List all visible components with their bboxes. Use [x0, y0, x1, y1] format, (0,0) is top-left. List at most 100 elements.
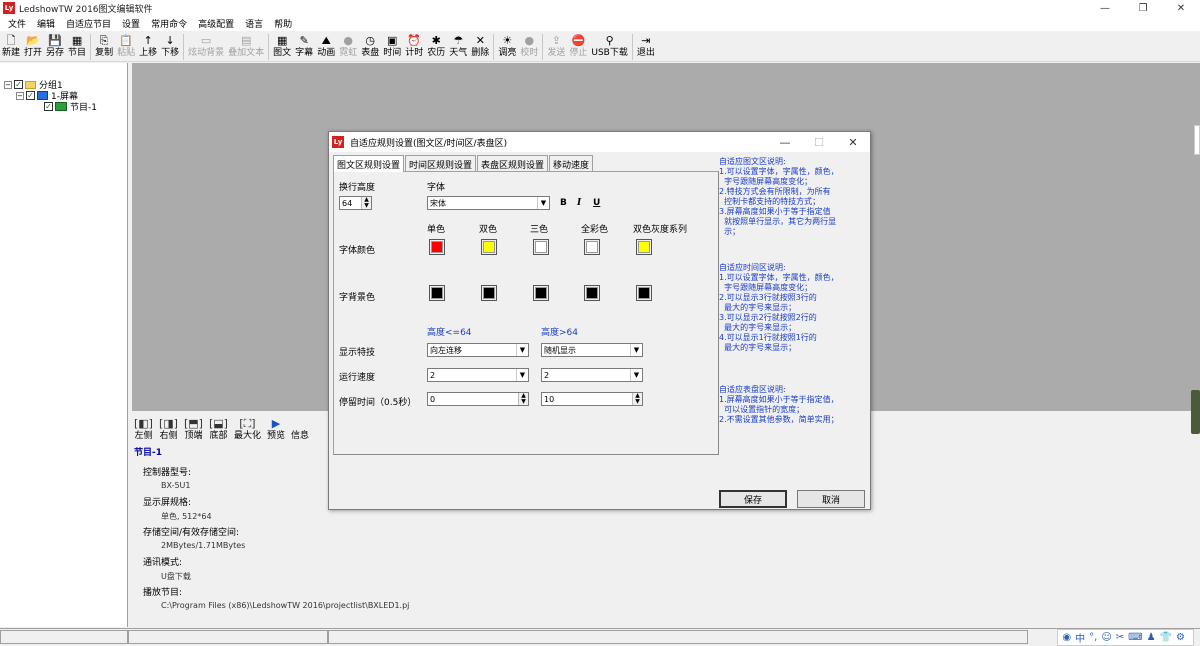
toolbar-button-2[interactable]: 💾 另存: [46, 32, 64, 59]
toolbar-button-20[interactable]: ☀ 调亮: [498, 32, 516, 59]
toolbar-button-3[interactable]: ▦ 节目: [68, 32, 86, 59]
effect-high-select[interactable]: 随机显示 ▼: [541, 343, 643, 357]
close-icon[interactable]: ✕: [836, 132, 870, 152]
tab-time-rules[interactable]: 时间区规则设置: [405, 155, 477, 171]
font-color-swatch[interactable]: [584, 239, 600, 255]
layout-button-4[interactable]: [⛶] 最大化: [234, 415, 261, 442]
spin-arrows-icon[interactable]: ▲ ▼: [361, 197, 371, 209]
line-height-stepper[interactable]: 64 ▲ ▼: [339, 196, 372, 210]
toolbar-label: 字幕: [295, 48, 314, 58]
layout-button-6[interactable]: 信息: [291, 415, 309, 442]
user-icon[interactable]: ♟: [1147, 632, 1156, 643]
toolbar-button-7[interactable]: ↓ 下移: [161, 32, 179, 59]
chevron-down-icon[interactable]: ▼: [630, 369, 642, 381]
checkbox-icon[interactable]: ✓: [26, 91, 35, 100]
lunar-calendar-icon: ✱: [431, 34, 441, 47]
menu-common-commands[interactable]: 常用命令: [151, 17, 187, 30]
stay-low-stepper[interactable]: 0 ▲ ▼: [427, 392, 529, 406]
dialog-titlebar: Ly 自适应规则设置(图文区/时间区/表盘区) — ☐ ✕: [329, 132, 870, 152]
layout-button-2[interactable]: [⬒] 顶端: [184, 415, 203, 442]
chevron-down-icon[interactable]: ▼: [516, 344, 528, 356]
punctuation-icon[interactable]: °,: [1089, 632, 1097, 643]
toolbar-button-1[interactable]: 📂 打开: [24, 32, 42, 59]
restore-icon[interactable]: ❐: [1124, 0, 1162, 16]
spin-arrows-icon[interactable]: ▲ ▼: [632, 393, 642, 405]
font-select[interactable]: 宋体 ▼: [427, 196, 550, 210]
bg-color-swatch[interactable]: [584, 285, 600, 301]
underline-button[interactable]: U: [593, 198, 600, 208]
cancel-button[interactable]: 取消: [797, 490, 865, 508]
bg-color-swatch[interactable]: [533, 285, 549, 301]
dazzle-bg-icon: ▭: [200, 34, 212, 47]
tab-clock-rules[interactable]: 表盘区规则设置: [477, 155, 549, 171]
spin-arrows-icon[interactable]: ▲ ▼: [518, 393, 528, 405]
chevron-down-icon[interactable]: ▼: [630, 344, 642, 356]
layout-button-3[interactable]: [⬓] 底部: [209, 415, 228, 442]
toolbar-button-17[interactable]: ✱ 农历: [427, 32, 445, 59]
chevron-down-icon[interactable]: ▼: [537, 197, 549, 209]
menu-help[interactable]: 帮助: [274, 17, 292, 30]
bg-color-swatch[interactable]: [429, 285, 445, 301]
menu-advanced[interactable]: 高级配置: [198, 17, 234, 30]
layout-button-1[interactable]: [◨] 右侧: [159, 415, 178, 442]
menu-edit[interactable]: 编辑: [37, 17, 55, 30]
tab-graphic-rules[interactable]: 图文区规则设置: [333, 155, 405, 172]
collapse-icon[interactable]: −: [16, 91, 24, 100]
settings-icon[interactable]: ⚙: [1176, 632, 1185, 643]
comm-mode-label: 通讯模式:: [143, 558, 183, 568]
menu-settings[interactable]: 设置: [122, 17, 140, 30]
menu-file[interactable]: 文件: [8, 17, 26, 30]
layout-button-5[interactable]: ▶ 预览: [267, 415, 285, 442]
toolbar-button-24[interactable]: ⚲ USB下载: [591, 32, 627, 59]
checkbox-icon[interactable]: ✓: [44, 102, 53, 111]
menu-adaptive-program[interactable]: 自适应节目: [66, 17, 111, 30]
stay-high-stepper[interactable]: 10 ▲ ▼: [541, 392, 643, 406]
close-icon[interactable]: ✕: [1162, 0, 1200, 16]
collapse-icon[interactable]: −: [4, 80, 12, 89]
help-graphic: 自适应图文区说明: 1.可以设置字体，字属性，颜色， 字号跟随屏幕高度变化； 2…: [719, 157, 839, 236]
effect-low-select[interactable]: 向左连移 ▼: [427, 343, 529, 357]
toolbar-button-4[interactable]: ⎘ 复制: [95, 32, 113, 59]
ime-logo-icon[interactable]: ◉: [1062, 632, 1071, 643]
minimize-icon[interactable]: —: [1086, 0, 1124, 16]
bold-button[interactable]: B: [560, 198, 567, 208]
toolbar-button-18[interactable]: ☂ 天气: [449, 32, 467, 59]
tree-program[interactable]: ✓ 节目-1: [44, 100, 97, 113]
open-folder-icon: 📂: [26, 34, 40, 47]
bg-color-swatch[interactable]: [636, 285, 652, 301]
toolbar-button-6[interactable]: ↑ 上移: [139, 32, 157, 59]
toolbar-button-12[interactable]: ⛰ 动画: [317, 32, 335, 59]
chinese-mode-icon[interactable]: 中: [1075, 630, 1085, 645]
keyboard-icon[interactable]: ⌨: [1128, 632, 1142, 643]
side-handle[interactable]: [1191, 390, 1200, 434]
toolbar-button-14[interactable]: ◷ 表盘: [361, 32, 379, 59]
tab-move-speed[interactable]: 移动速度: [549, 155, 594, 171]
toolbar-button-10[interactable]: ▦ 图文: [273, 32, 291, 59]
toolbar-button-25[interactable]: ⇥ 退出: [637, 32, 655, 59]
chevron-down-icon[interactable]: ▼: [516, 369, 528, 381]
speed-high-select[interactable]: 2 ▼: [541, 368, 643, 382]
emoji-icon[interactable]: ☺: [1101, 632, 1111, 643]
toolbar-button-15[interactable]: ▣ 时间: [383, 32, 401, 59]
side-tab[interactable]: [1194, 125, 1200, 155]
bg-color-swatch[interactable]: [481, 285, 497, 301]
toolbar-button-16[interactable]: ⏰ 计时: [405, 32, 423, 59]
toolbar-button-19[interactable]: ✕ 删除: [471, 32, 489, 59]
save-button[interactable]: 保存: [719, 490, 787, 508]
tools-icon[interactable]: ✂: [1116, 632, 1124, 643]
toolbar-button-0[interactable]: 🗋 新建: [2, 32, 20, 59]
speed-low-select[interactable]: 2 ▼: [427, 368, 529, 382]
font-color-swatch[interactable]: [636, 239, 652, 255]
menu-language[interactable]: 语言: [245, 17, 263, 30]
font-color-swatch[interactable]: [533, 239, 549, 255]
toolbar-label: 下移: [161, 48, 180, 58]
toolbar-button-11[interactable]: ✎ 字幕: [295, 32, 313, 59]
help-clock: 自适应表盘区说明: 1.屏幕高度如果小于等于指定值， 可以设置指针的宽度； 2.…: [719, 385, 839, 424]
font-color-swatch[interactable]: [481, 239, 497, 255]
checkbox-icon[interactable]: ✓: [14, 80, 23, 89]
italic-button[interactable]: I: [577, 198, 581, 208]
layout-button-0[interactable]: [◧] 左侧: [134, 415, 153, 442]
font-color-swatch[interactable]: [429, 239, 445, 255]
skin-icon[interactable]: 👕: [1160, 632, 1172, 643]
minimize-icon[interactable]: —: [768, 132, 802, 152]
